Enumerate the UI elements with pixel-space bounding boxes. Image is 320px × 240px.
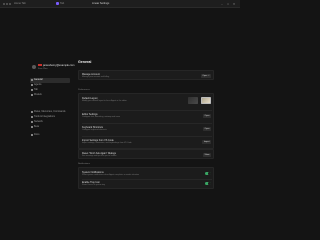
- title-bar: Home Tab Tab Linear Settings – □ ✕: [0, 0, 240, 8]
- profile-plan: Free Plan: [38, 68, 48, 70]
- sidebar-item-label: Network: [34, 120, 43, 123]
- tray-icon-desc: Show Cursor in system tray: [82, 184, 106, 186]
- preferences-card: Default Layout Modify your default layou…: [78, 93, 214, 149]
- sidebar-item-label: Rules, Memories, Commands: [34, 110, 66, 113]
- sidebar-item-network[interactable]: Network: [30, 120, 70, 125]
- section-notifications: Notifications: [78, 163, 90, 165]
- system-notifications-desc: Show system notifications when Agent com…: [82, 174, 139, 176]
- sidebar-item-tab[interactable]: Tab: [30, 88, 70, 93]
- sidebar-item-label: Docs: [34, 133, 40, 136]
- avatar: [32, 65, 36, 69]
- model-icon: [31, 94, 33, 97]
- tools-icon: [31, 116, 33, 119]
- rules-icon: [31, 111, 33, 114]
- sidebar-item-models[interactable]: Models: [30, 93, 70, 98]
- editor-settings-row: Editor Settings Configure font, formatti…: [82, 113, 212, 121]
- beta-icon: [31, 126, 33, 129]
- open-keyboard-shortcuts-button[interactable]: Open: [203, 127, 211, 131]
- editor-settings-desc: Configure font, formatting, minimap and …: [82, 116, 121, 118]
- docs-icon: [31, 134, 33, 137]
- open-account-button[interactable]: Open ↗: [200, 74, 211, 78]
- tab-home[interactable]: Home Tab: [14, 2, 36, 6]
- show-dialogs-button[interactable]: Show: [202, 153, 211, 157]
- window-dot-icon[interactable]: [6, 3, 8, 5]
- default-layout-row: Default Layout Modify your default layou…: [82, 97, 212, 109]
- sidebar-item-docs[interactable]: Docs: [30, 133, 70, 138]
- layout-dark-thumbnail[interactable]: [188, 97, 198, 104]
- import-vscode-row: Import Settings from VS Code Import sett…: [82, 139, 212, 147]
- notifications-card: System Notifications Show system notific…: [78, 167, 214, 189]
- sidebar-item-label: Beta: [34, 125, 39, 128]
- import-button[interactable]: Import: [202, 140, 211, 144]
- tray-icon-row: Enable Tray Icon Show Cursor in system t…: [82, 181, 212, 188]
- sidebar-item-label: Models: [34, 93, 42, 96]
- layout-editor-thumbnail[interactable]: [201, 97, 211, 104]
- account-desc: Manage your account and billing: [82, 76, 110, 78]
- profile-email: jameshenry@example.com: [43, 64, 75, 67]
- reset-dialogs-desc: See warnings and tips that you've hidden: [82, 155, 117, 157]
- tab-icon: [31, 89, 33, 92]
- sidebar-item-agents[interactable]: Agents: [30, 83, 70, 88]
- tab-secondary[interactable]: Tab: [56, 2, 68, 6]
- profile-name: jameshenry@example.com: [38, 64, 74, 67]
- system-notifications-toggle[interactable]: [205, 172, 211, 176]
- sidebar-item-rules[interactable]: Rules, Memories, Commands: [30, 110, 70, 115]
- tray-icon-toggle[interactable]: [205, 182, 211, 186]
- profile[interactable]: jameshenry@example.com Free Plan: [32, 64, 74, 74]
- gear-icon: [31, 79, 33, 82]
- keyboard-shortcuts-desc: Configure keyboard shortcuts: [82, 129, 107, 131]
- sidebar-item-label: Agents: [34, 83, 42, 86]
- window-dot-icon[interactable]: [9, 3, 11, 5]
- reset-dialogs-card: Reset "Don't Ask Again" Dialogs See warn…: [78, 149, 214, 159]
- tab-badge-icon: [56, 2, 59, 5]
- sidebar-item-label: Tools & Integrations: [34, 115, 55, 118]
- account-row: Manage Account Manage your account and b…: [82, 73, 212, 80]
- maximize-icon[interactable]: □: [226, 2, 230, 6]
- page-title: General: [78, 60, 92, 64]
- open-editor-settings-button[interactable]: Open: [203, 114, 211, 118]
- reset-dialogs-row: Reset "Don't Ask Again" Dialogs See warn…: [82, 152, 212, 159]
- sidebar-item-label: General: [34, 78, 43, 81]
- sidebar-item-general[interactable]: General: [30, 78, 70, 83]
- account-card: Manage Account Manage your account and b…: [78, 70, 214, 80]
- settings-main: General Manage Account Manage your accou…: [76, 58, 216, 240]
- default-layout-desc: Modify your default layout to focus Agen…: [82, 100, 127, 102]
- minimize-icon[interactable]: –: [220, 2, 224, 6]
- sidebar-item-label: Tab: [34, 88, 38, 91]
- network-icon: [31, 121, 33, 124]
- tab-settings[interactable]: Linear Settings: [92, 2, 128, 6]
- tab-secondary-label: Tab: [60, 2, 65, 6]
- agent-icon: [31, 84, 33, 87]
- settings-sidebar: jameshenry@example.com Free Plan General…: [28, 58, 74, 240]
- window-dot-icon[interactable]: [3, 3, 5, 5]
- redacted-mark: [38, 64, 42, 67]
- sidebar-item-tools[interactable]: Tools & Integrations: [30, 115, 70, 120]
- import-vscode-desc: Import settings, extensions, and keybind…: [82, 142, 132, 144]
- section-preferences: Preferences: [78, 89, 90, 91]
- close-icon[interactable]: ✕: [232, 2, 236, 6]
- system-notifications-row: System Notifications Show system notific…: [82, 171, 212, 178]
- sidebar-item-beta[interactable]: Beta: [30, 125, 70, 130]
- keyboard-shortcuts-row: Keyboard Shortcuts Configure keyboard sh…: [82, 126, 212, 134]
